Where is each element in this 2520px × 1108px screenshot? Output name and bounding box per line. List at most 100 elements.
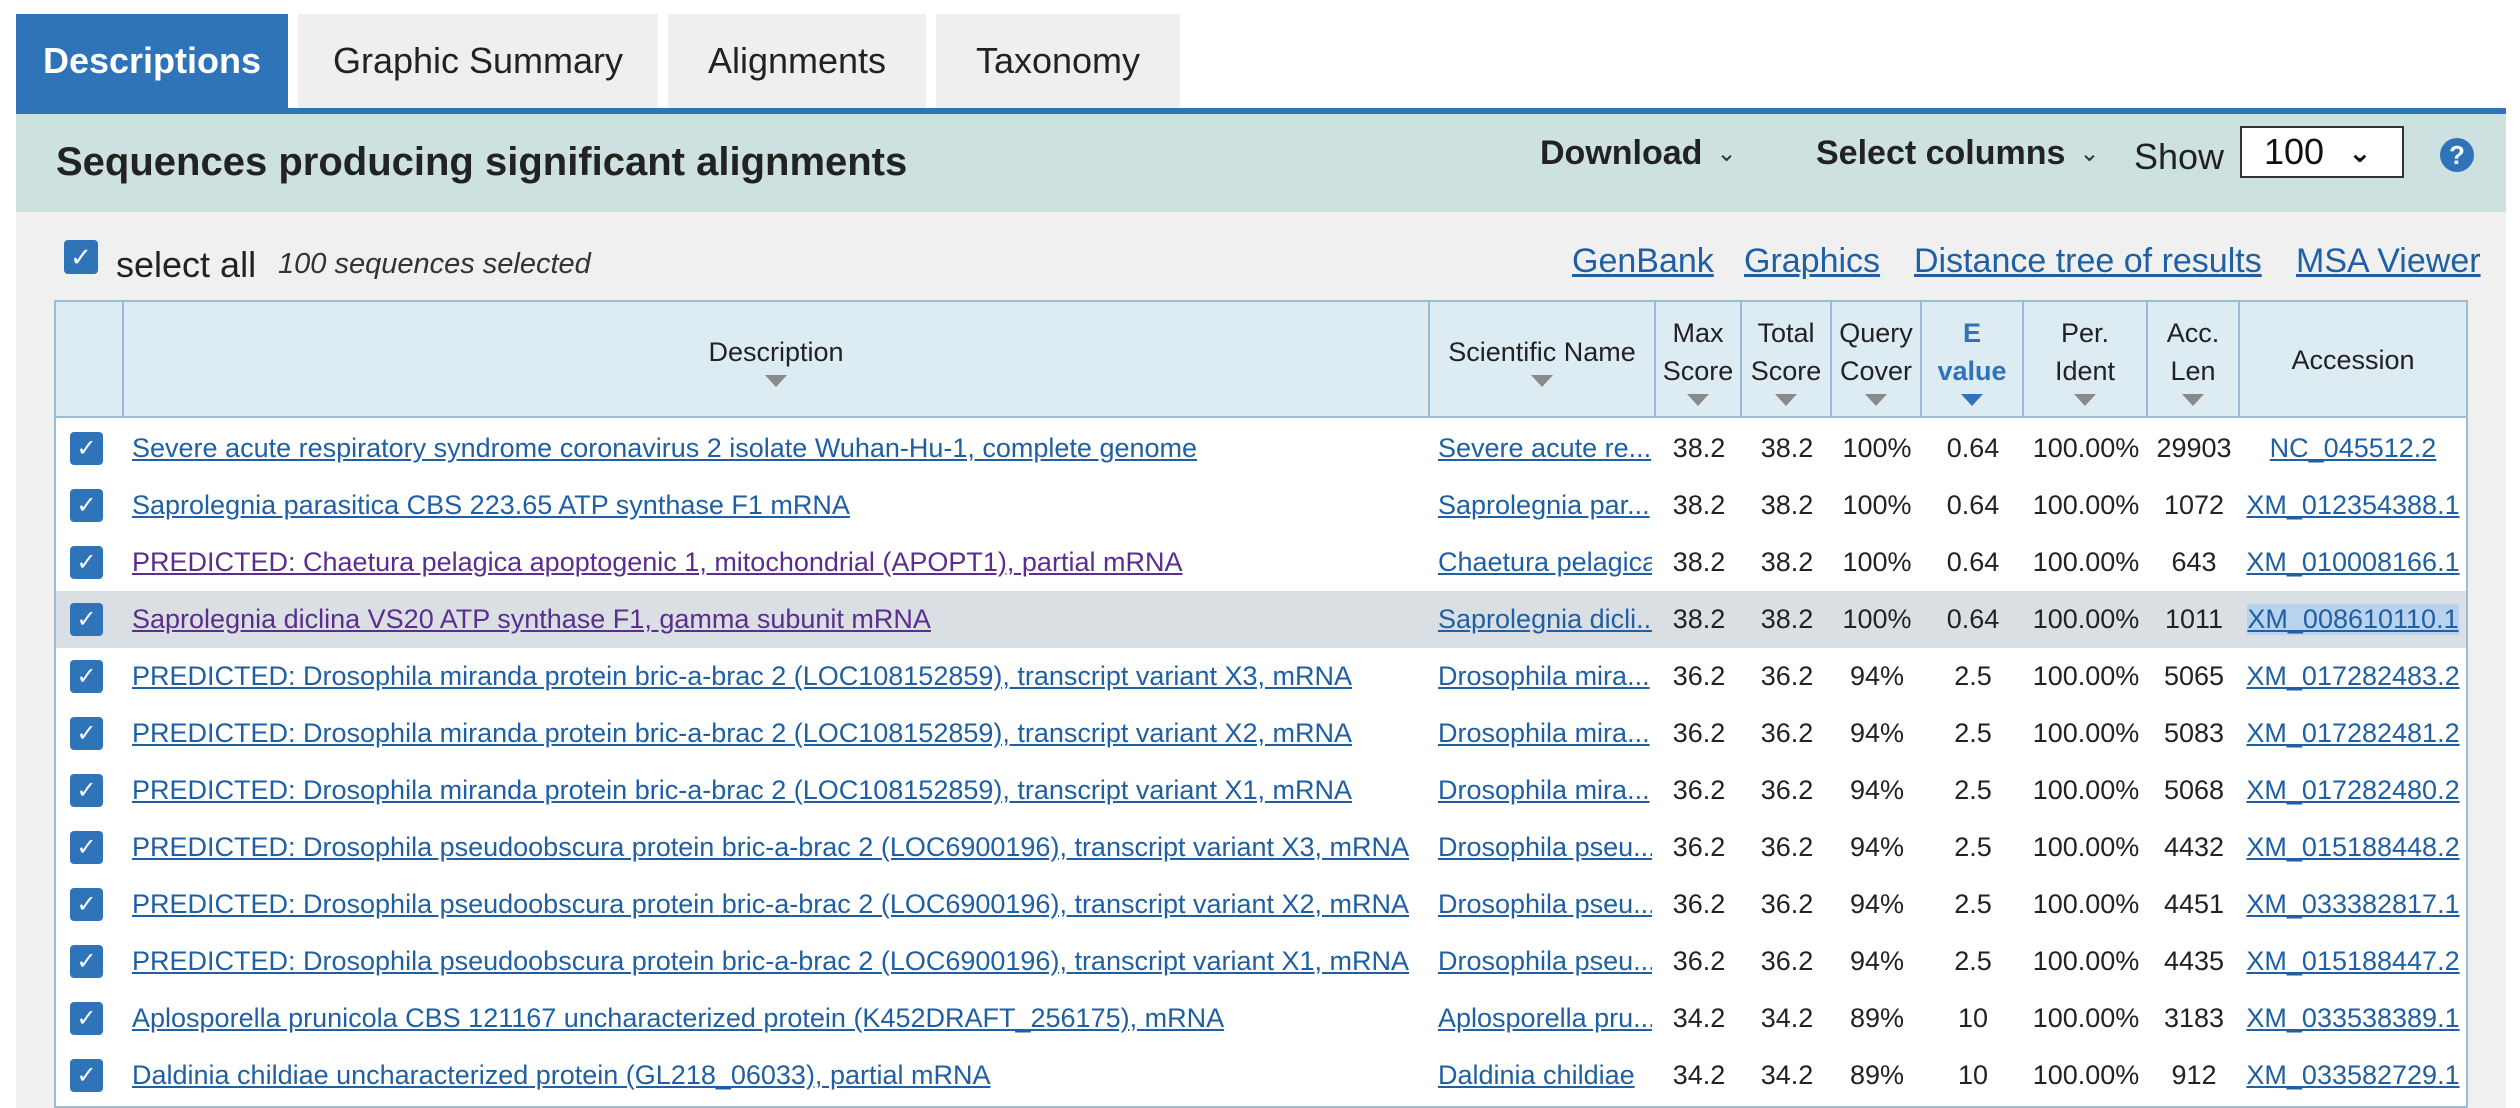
cell-accession[interactable]: XM_015188447.2 xyxy=(2240,933,2466,990)
description-link[interactable]: PREDICTED: Drosophila pseudoobscura prot… xyxy=(132,946,1409,977)
scientific-name-link[interactable]: Drosophila mira... xyxy=(1438,661,1650,692)
cell-accession[interactable]: XM_017282483.2 xyxy=(2240,648,2466,705)
scientific-name-link[interactable]: Drosophila mira... xyxy=(1438,775,1650,806)
table-row[interactable]: ✓ Saprolegnia parasitica CBS 223.65 ATP s… xyxy=(56,477,2466,534)
cell-scientific-name[interactable]: Drosophila mira... xyxy=(1438,762,1652,819)
table-row[interactable]: ✓ PREDICTED: Drosophila pseudoobscura pro… xyxy=(56,876,2466,933)
scientific-name-link[interactable]: Aplosporella pru... xyxy=(1438,1003,1652,1034)
cell-accession[interactable]: XM_008610110.1 xyxy=(2240,591,2466,648)
scientific-name-link[interactable]: Drosophila pseu... xyxy=(1438,832,1652,863)
accession-link[interactable]: XM_017282483.2 xyxy=(2246,661,2459,692)
select-columns-button[interactable]: Select columns ⌄ xyxy=(1816,134,2100,173)
cell-accession[interactable]: XM_017282480.2 xyxy=(2240,762,2466,819)
row-checkbox[interactable]: ✓ xyxy=(70,603,103,636)
accession-link[interactable]: XM_010008166.1 xyxy=(2246,547,2459,578)
cell-description[interactable]: PREDICTED: Drosophila pseudoobscura prot… xyxy=(132,933,1426,990)
description-link[interactable]: Saprolegnia diclina VS20 ATP synthase F1… xyxy=(132,604,931,635)
cell-accession[interactable]: XM_012354388.1 xyxy=(2240,477,2466,534)
scientific-name-link[interactable]: Daldinia childiae xyxy=(1438,1060,1635,1091)
description-link[interactable]: Severe acute respiratory syndrome corona… xyxy=(132,433,1197,464)
cell-description[interactable]: PREDICTED: Chaetura pelagica apoptogenic… xyxy=(132,534,1426,591)
cell-scientific-name[interactable]: Saprolegnia dicli... xyxy=(1438,591,1652,648)
description-link[interactable]: Aplosporella prunicola CBS 121167 unchar… xyxy=(132,1003,1224,1034)
show-count-select[interactable]: 100 ⌄ xyxy=(2240,126,2404,178)
tab-graphic-summary[interactable]: Graphic Summary xyxy=(298,14,658,108)
msa-viewer-link[interactable]: MSA Viewer xyxy=(2296,242,2481,281)
cell-description[interactable]: Aplosporella prunicola CBS 121167 unchar… xyxy=(132,990,1426,1047)
cell-accession[interactable]: XM_033538389.1 xyxy=(2240,990,2466,1047)
description-link[interactable]: Saprolegnia parasitica CBS 223.65 ATP sy… xyxy=(132,490,850,521)
accession-link[interactable]: XM_015188447.2 xyxy=(2246,946,2459,977)
description-link[interactable]: PREDICTED: Drosophila miranda protein br… xyxy=(132,661,1352,692)
cell-accession[interactable]: XM_033582729.1 xyxy=(2240,1047,2466,1104)
scientific-name-link[interactable]: Drosophila pseu... xyxy=(1438,946,1652,977)
cell-description[interactable]: Severe acute respiratory syndrome corona… xyxy=(132,420,1426,477)
description-link[interactable]: Daldinia childiae uncharacterized protei… xyxy=(132,1060,990,1091)
table-row[interactable]: ✓ Saprolegnia diclina VS20 ATP synthase F… xyxy=(56,591,2466,648)
cell-scientific-name[interactable]: Chaetura pelagica xyxy=(1438,534,1652,591)
cell-scientific-name[interactable]: Drosophila pseu... xyxy=(1438,933,1652,990)
accession-link[interactable]: NC_045512.2 xyxy=(2270,433,2437,464)
genbank-link[interactable]: GenBank xyxy=(1572,242,1714,281)
cell-description[interactable]: PREDICTED: Drosophila miranda protein br… xyxy=(132,762,1426,819)
cell-scientific-name[interactable]: Daldinia childiae xyxy=(1438,1047,1652,1104)
row-checkbox[interactable]: ✓ xyxy=(70,717,103,750)
table-row[interactable]: ✓ Severe acute respiratory syndrome coron… xyxy=(56,420,2466,477)
row-checkbox[interactable]: ✓ xyxy=(70,1002,103,1035)
table-row[interactable]: ✓ PREDICTED: Drosophila miranda protein b… xyxy=(56,648,2466,705)
cell-description[interactable]: PREDICTED: Drosophila pseudoobscura prot… xyxy=(132,876,1426,933)
description-link[interactable]: PREDICTED: Drosophila miranda protein br… xyxy=(132,775,1352,806)
graphics-link[interactable]: Graphics xyxy=(1744,242,1880,281)
cell-description[interactable]: PREDICTED: Drosophila miranda protein br… xyxy=(132,705,1426,762)
cell-description[interactable]: PREDICTED: Drosophila pseudoobscura prot… xyxy=(132,819,1426,876)
cell-scientific-name[interactable]: Drosophila mira... xyxy=(1438,705,1652,762)
description-link[interactable]: PREDICTED: Drosophila pseudoobscura prot… xyxy=(132,889,1409,920)
description-link[interactable]: PREDICTED: Drosophila miranda protein br… xyxy=(132,718,1352,749)
cell-scientific-name[interactable]: Severe acute re... xyxy=(1438,420,1652,477)
col-accession[interactable]: Accession xyxy=(2240,302,2466,418)
scientific-name-link[interactable]: Saprolegnia dicli... xyxy=(1438,604,1652,635)
row-checkbox[interactable]: ✓ xyxy=(70,774,103,807)
row-checkbox[interactable]: ✓ xyxy=(70,546,103,579)
col-query-cover[interactable]: Query Cover xyxy=(1832,302,1922,418)
row-checkbox[interactable]: ✓ xyxy=(70,489,103,522)
accession-link[interactable]: XM_033582729.1 xyxy=(2246,1060,2459,1091)
help-icon[interactable]: ? xyxy=(2440,138,2474,172)
cell-accession[interactable]: XM_033382817.1 xyxy=(2240,876,2466,933)
scientific-name-link[interactable]: Severe acute re... xyxy=(1438,433,1651,464)
scientific-name-link[interactable]: Chaetura pelagica xyxy=(1438,547,1652,578)
accession-link[interactable]: XM_012354388.1 xyxy=(2246,490,2459,521)
col-max-score[interactable]: Max Score xyxy=(1656,302,1742,418)
cell-description[interactable]: Saprolegnia parasitica CBS 223.65 ATP sy… xyxy=(132,477,1426,534)
col-per-ident[interactable]: Per. Ident xyxy=(2024,302,2148,418)
scientific-name-link[interactable]: Saprolegnia par... xyxy=(1438,490,1650,521)
cell-scientific-name[interactable]: Drosophila mira... xyxy=(1438,648,1652,705)
cell-accession[interactable]: XM_017282481.2 xyxy=(2240,705,2466,762)
row-checkbox[interactable]: ✓ xyxy=(70,1059,103,1092)
col-total-score[interactable]: Total Score xyxy=(1742,302,1832,418)
select-all-checkbox[interactable]: ✓ xyxy=(64,240,98,274)
description-link[interactable]: PREDICTED: Drosophila pseudoobscura prot… xyxy=(132,832,1409,863)
cell-description[interactable]: PREDICTED: Drosophila miranda protein br… xyxy=(132,648,1426,705)
col-description[interactable]: Description xyxy=(124,302,1430,418)
cell-scientific-name[interactable]: Aplosporella pru... xyxy=(1438,990,1652,1047)
table-row[interactable]: ✓ PREDICTED: Drosophila pseudoobscura pro… xyxy=(56,819,2466,876)
accession-link[interactable]: XM_033382817.1 xyxy=(2246,889,2459,920)
scientific-name-link[interactable]: Drosophila pseu... xyxy=(1438,889,1652,920)
tab-taxonomy[interactable]: Taxonomy xyxy=(936,14,1180,108)
row-checkbox[interactable]: ✓ xyxy=(70,660,103,693)
cell-accession[interactable]: NC_045512.2 xyxy=(2240,420,2466,477)
cell-description[interactable]: Daldinia childiae uncharacterized protei… xyxy=(132,1047,1426,1104)
table-row[interactable]: ✓ Aplosporella prunicola CBS 121167 uncha… xyxy=(56,990,2466,1047)
accession-link[interactable]: XM_015188448.2 xyxy=(2246,832,2459,863)
download-button[interactable]: Download ⌄ xyxy=(1540,134,1737,173)
distance-tree-link[interactable]: Distance tree of results xyxy=(1914,242,2262,281)
table-row[interactable]: ✓ PREDICTED: Drosophila pseudoobscura pro… xyxy=(56,933,2466,990)
cell-accession[interactable]: XM_010008166.1 xyxy=(2240,534,2466,591)
cell-scientific-name[interactable]: Drosophila pseu... xyxy=(1438,819,1652,876)
accession-link[interactable]: XM_017282480.2 xyxy=(2246,775,2459,806)
row-checkbox[interactable]: ✓ xyxy=(70,432,103,465)
tab-alignments[interactable]: Alignments xyxy=(668,14,926,108)
cell-scientific-name[interactable]: Drosophila pseu... xyxy=(1438,876,1652,933)
col-acc-len[interactable]: Acc. Len xyxy=(2148,302,2240,418)
